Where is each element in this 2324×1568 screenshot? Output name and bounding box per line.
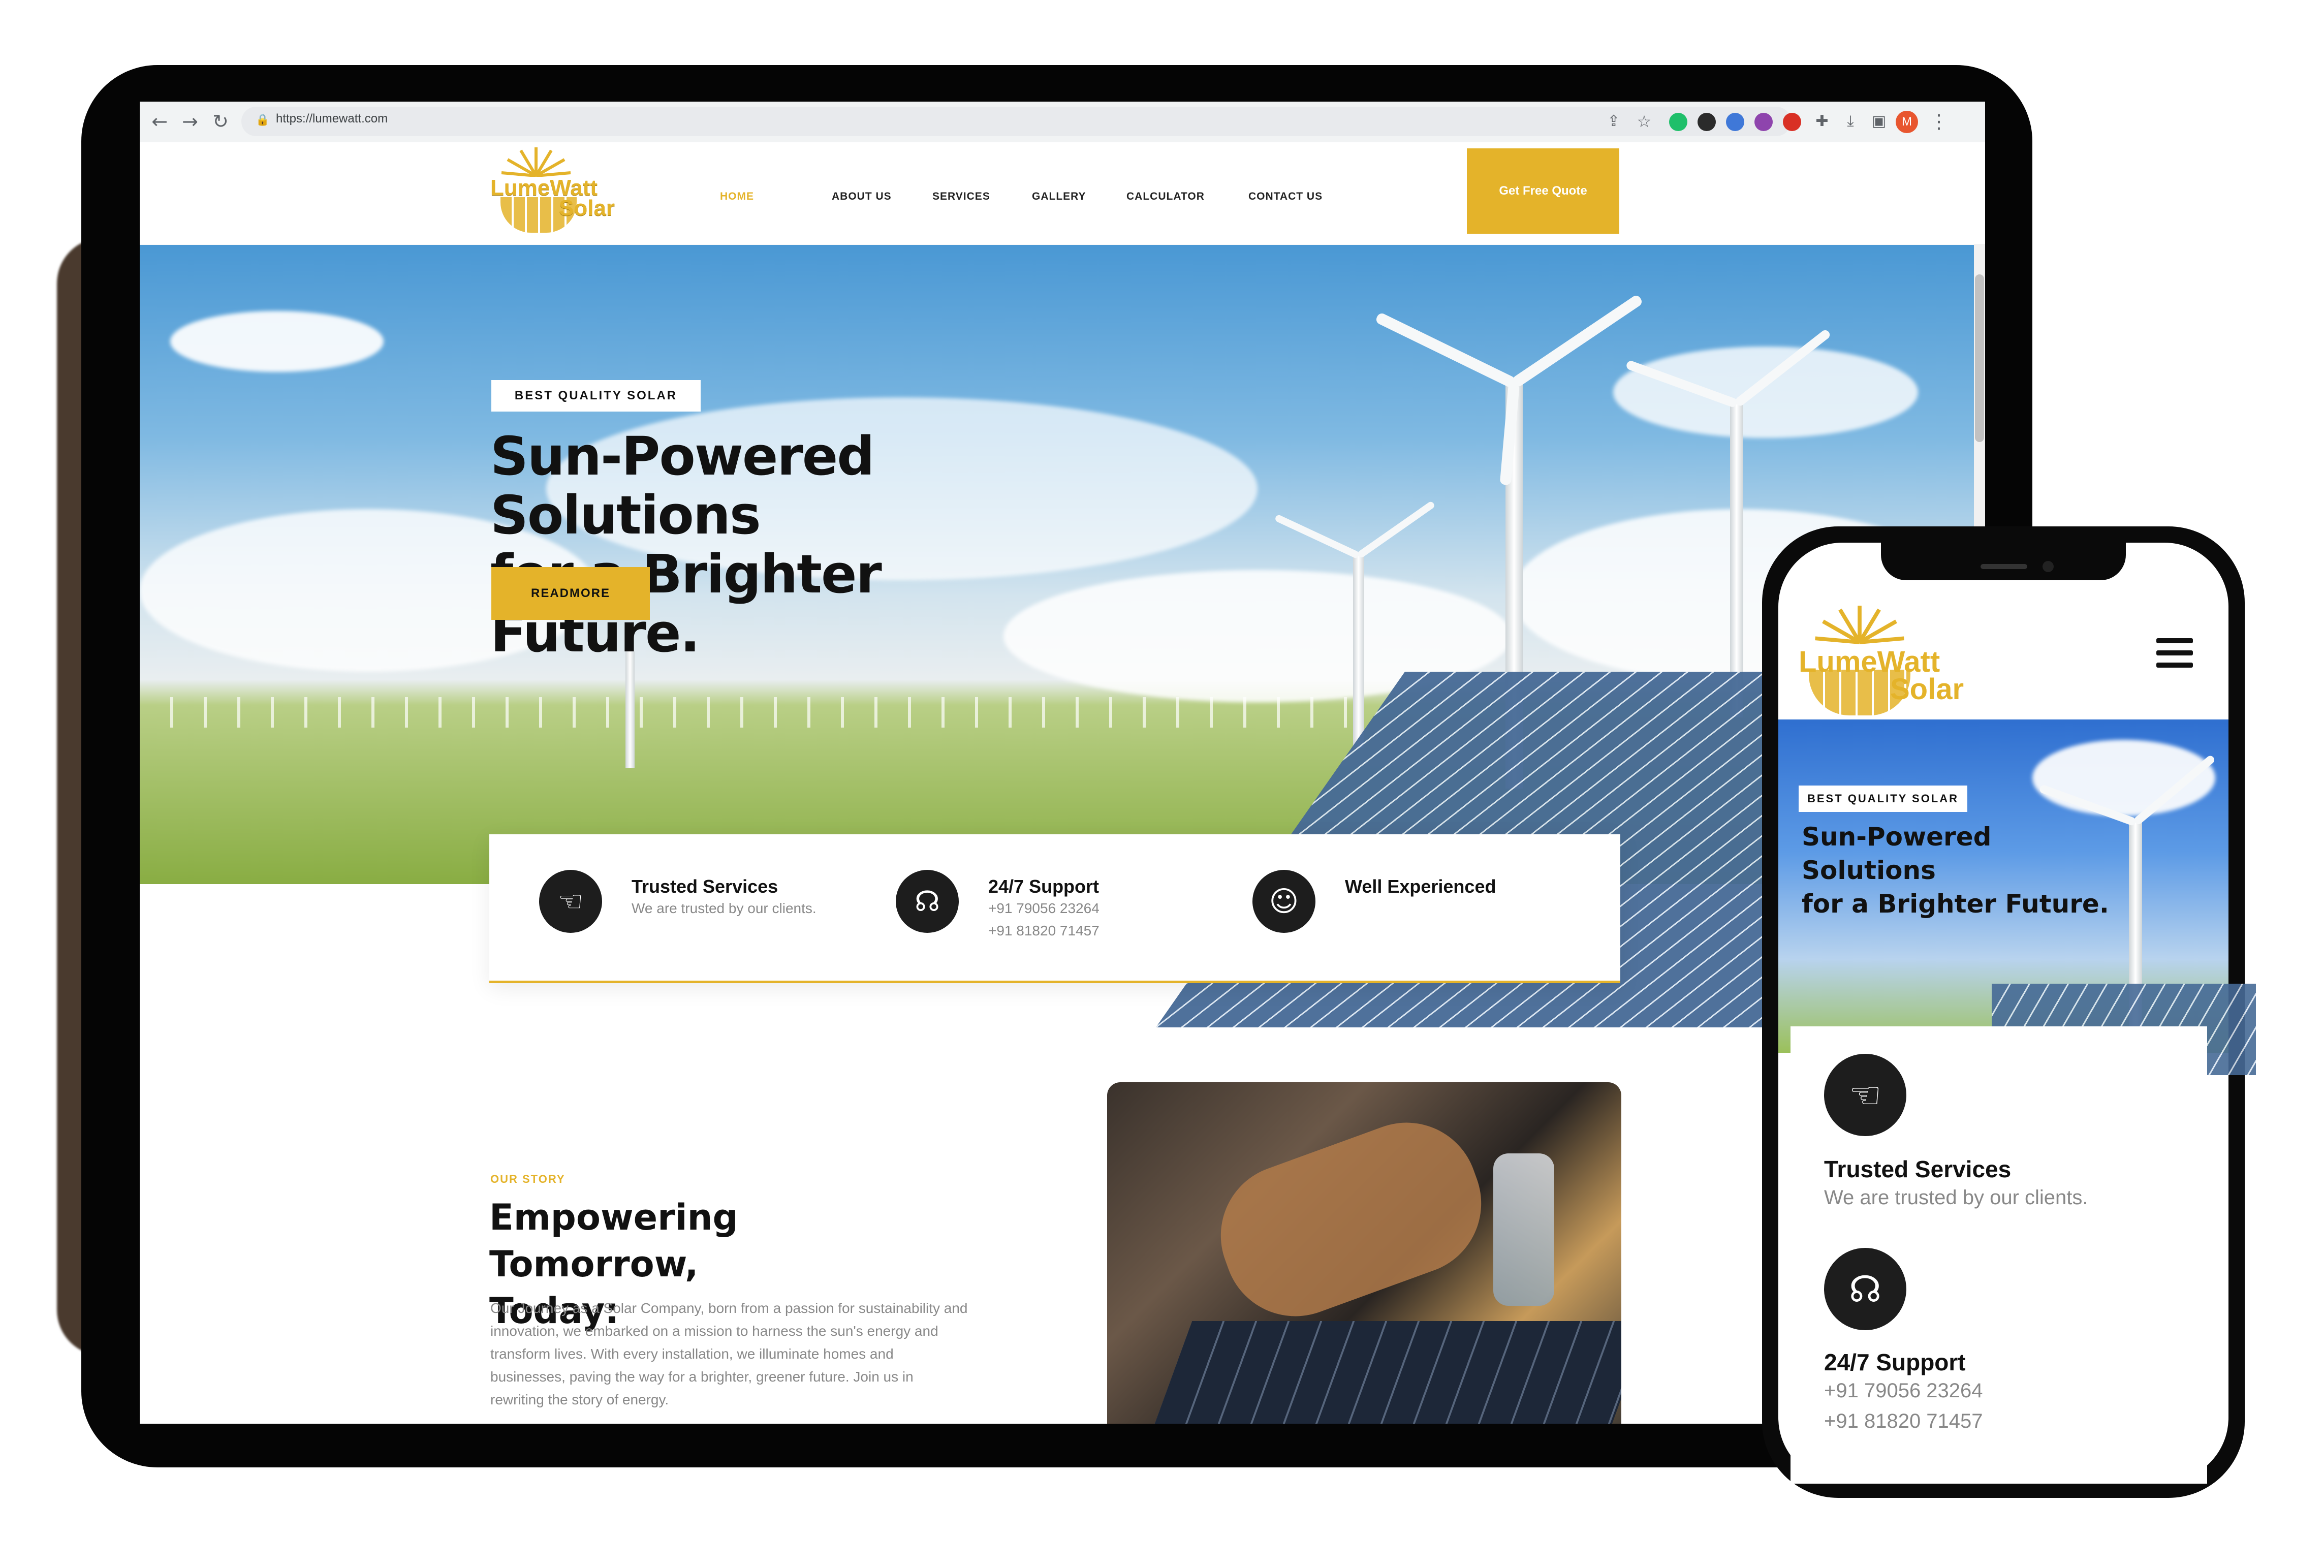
distant-turbines [140,697,1359,728]
hero-badge: BEST QUALITY SOLAR [491,380,701,412]
mobile-logo[interactable]: LumeWatt Solar [1799,604,1971,736]
feature-phone-1: +91 79056 23264 [988,900,1100,916]
grammarly-extension-icon[interactable] [1669,113,1687,131]
mobile-feature-title: Trusted Services [1824,1156,2012,1182]
get-free-quote-button[interactable]: Get Free Quote [1467,148,1619,234]
download-icon[interactable]: ⤓ [1840,111,1861,132]
logo-wordmark: LumeWatt Solar [490,177,615,221]
sun-rays-icon [501,147,571,177]
scrollbar-thumb[interactable] [1975,274,1984,442]
mobile-hero-title: Sun-Powered Solutions for a Brighter Fut… [1802,820,2127,921]
hand-drop-icon: ☜ [1824,1054,1906,1136]
profile-avatar[interactable]: M [1896,111,1918,133]
extension-icon[interactable] [1726,113,1744,131]
story-eyebrow: OUR STORY [490,1173,566,1185]
mobile-hero-badge: BEST QUALITY SOLAR [1799,786,1967,812]
cloud [1613,347,1918,438]
phone-camera [2043,561,2054,572]
mobile-hero-title-line2: for a Brighter Future. [1802,889,2109,919]
feature-text: We are trusted by our clients. [632,900,816,916]
bookmark-star-icon[interactable]: ☆ [1634,111,1655,132]
opera-extension-icon[interactable] [1783,113,1801,131]
cloud [170,311,384,372]
browser-toolbar: ← → ↻ 🔒 https://lumewatt.com ⇪ ☆ ✚ ⤓ ▣ M… [140,102,1985,143]
story-title-line1: Empowering Tomorrow, [489,1197,738,1285]
mobile-feature-phone-2: +91 81820 71457 [1824,1410,1983,1432]
desktop-screen: ← → ↻ 🔒 https://lumewatt.com ⇪ ☆ ✚ ⤓ ▣ M… [140,102,1985,1424]
nav-services[interactable]: SERVICES [932,191,990,203]
nav-about-us[interactable]: ABOUT US [832,191,892,203]
mobile-logo-wordmark: LumeWatt Solar [1799,647,1964,706]
url-text[interactable]: https://lumewatt.com [276,112,388,126]
headset-icon: ☊ [896,870,959,933]
feature-title: 24/7 Support [988,876,1100,897]
menu-kebab-icon[interactable]: ⋮ [1928,111,1950,132]
feature-title: Well Experienced [1345,876,1496,897]
color-picker-extension-icon[interactable] [1754,113,1773,131]
hero-title-line1: Sun-Powered Solutions [490,425,875,546]
feature-title: Trusted Services [632,876,778,897]
mobile-hero-title-line1: Sun-Powered Solutions [1802,822,1992,885]
nav-gallery[interactable]: GALLERY [1032,191,1086,203]
hero-section: BEST QUALITY SOLAR Sun-Powered Solutions… [140,245,1985,1027]
hamburger-bar [2156,638,2193,643]
technician-photo [1107,1082,1621,1424]
feature-phone-2: +91 81820 71457 [988,923,1100,938]
turbine-blade [1274,514,1360,559]
nav-calculator[interactable]: CALCULATOR [1126,191,1205,203]
mobile-feature-phone-1: +91 79056 23264 [1824,1379,1983,1402]
share-icon[interactable]: ⇪ [1603,111,1624,132]
features-card: ☜ Trusted Services We are trusted by our… [489,834,1620,983]
users-icon: ☺ [1252,870,1315,933]
readmore-button[interactable]: READMORE [491,567,650,620]
back-icon[interactable]: ← [149,111,170,132]
hamburger-menu-icon[interactable] [2156,638,2193,669]
mobile-features-card: ☜ Trusted Services We are trusted by our… [1791,1026,2207,1484]
bottle [1493,1153,1554,1306]
forward-icon[interactable]: → [179,111,201,132]
turbine-blade [1356,500,1436,559]
mobile-feature-title: 24/7 Support [1824,1349,1966,1375]
wind-turbine [1730,402,1743,717]
story-body: Our Journey as a Solar Company, born fro… [490,1300,968,1407]
sun-rays-icon [1815,606,1904,644]
reload-icon[interactable]: ↻ [210,111,231,132]
hand-drop-icon: ☜ [539,870,602,933]
phone-speaker [1981,564,2027,569]
lock-icon: 🔒 [256,114,270,127]
turbine-blade [1374,311,1517,389]
wind-turbine [1353,555,1364,748]
wind-turbine [625,651,635,768]
address-bar[interactable] [241,107,1791,136]
nav-home[interactable]: HOME [720,191,754,203]
phone-notch [1881,535,2126,580]
turbine-blade [1511,294,1644,389]
site-header: LumeWatt Solar HOME ABOUT US SERVICES GA… [140,142,1985,244]
puzzle-extensions-icon[interactable]: ✚ [1811,111,1833,132]
hands [1201,1103,1501,1336]
mobile-feature-text: We are trusted by our clients. [1824,1186,2088,1209]
solar-cell-panel [1144,1321,1621,1424]
logo-line2: Solar [1890,673,1964,706]
headset-icon: ☊ [1824,1248,1906,1330]
logo-line2: Solar [559,196,615,221]
sidepanel-icon[interactable]: ▣ [1868,111,1890,132]
hamburger-bar [2156,650,2193,655]
extension-icon[interactable] [1698,113,1716,131]
nav-contact-us[interactable]: CONTACT US [1248,191,1323,203]
logo[interactable]: LumeWatt Solar [490,142,627,244]
hero-title: Sun-Powered Solutions for a Brighter Fut… [490,427,1100,663]
hamburger-bar [2156,663,2193,668]
